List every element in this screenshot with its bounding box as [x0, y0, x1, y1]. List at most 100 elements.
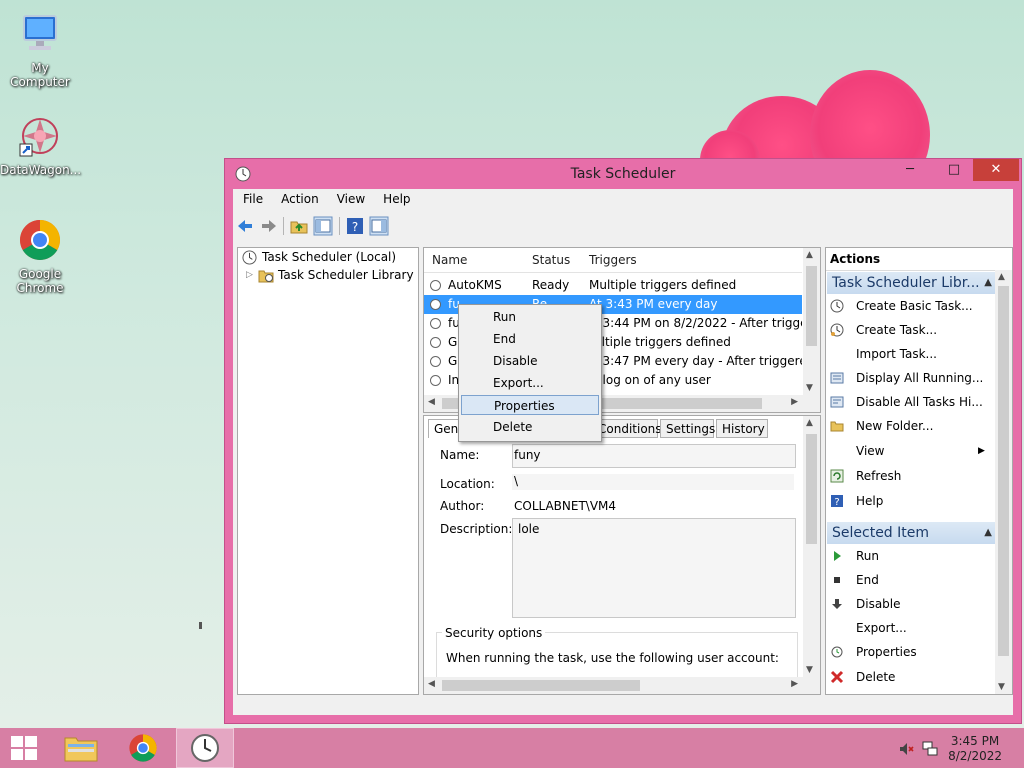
- task-clock-icon: [430, 299, 441, 310]
- start-button[interactable]: [0, 728, 48, 768]
- show-hide-tree-icon[interactable]: [313, 216, 333, 236]
- folder-up-icon[interactable]: [289, 216, 309, 236]
- clock-icon: [242, 250, 257, 265]
- collapse-arrow-icon[interactable]: ▲: [984, 522, 992, 544]
- menu-action[interactable]: Action: [271, 189, 327, 206]
- scroll-left-arrow-icon[interactable]: ◀: [428, 679, 435, 689]
- context-menu-run[interactable]: Run: [461, 307, 599, 327]
- system-clock[interactable]: 3:45 PM 8/2/2022: [948, 734, 1002, 764]
- desktop-icon-google-chrome[interactable]: Google Chrome: [0, 218, 80, 295]
- stop-icon: [834, 577, 840, 583]
- svg-text:?: ?: [834, 497, 839, 508]
- taskbar-google-chrome[interactable]: [118, 728, 168, 768]
- scroll-down-arrow-icon[interactable]: ▼: [806, 383, 813, 393]
- tab-history[interactable]: History: [716, 419, 768, 438]
- scroll-down-arrow-icon[interactable]: ▼: [998, 682, 1005, 692]
- scroll-thumb[interactable]: [442, 680, 640, 691]
- scroll-thumb[interactable]: [806, 266, 817, 346]
- task-trigger: t 3:44 PM on 8/2/2022 - After triggered: [594, 316, 802, 330]
- description-field[interactable]: [512, 518, 796, 618]
- desktop-icon-datawagon[interactable]: DataWagon...: [0, 114, 81, 177]
- desktop-icon-my-computer[interactable]: My Computer: [0, 12, 80, 89]
- task-row[interactable]: AutoKMS Ready Multiple triggers defined: [424, 276, 802, 295]
- delete-x-icon: [830, 670, 844, 684]
- column-header-name[interactable]: Name: [432, 253, 467, 267]
- action-label: Export...: [856, 621, 907, 635]
- scroll-down-arrow-icon[interactable]: ▼: [806, 665, 813, 675]
- properties-clock-icon: [831, 646, 843, 658]
- action-label: Import Task...: [856, 347, 937, 361]
- clock-time: 3:45 PM: [950, 734, 1000, 748]
- title-bar[interactable]: Task Scheduler ─ □ ✕: [225, 159, 1021, 189]
- column-header-triggers[interactable]: Triggers: [589, 253, 637, 267]
- navigation-tree: Task Scheduler (Local) ▷ Task Scheduler …: [237, 247, 419, 695]
- author-label: Author:: [440, 499, 485, 513]
- tab-settings[interactable]: Settings: [660, 419, 715, 438]
- task-clock-icon: [430, 337, 441, 348]
- taskbar: 3:45 PM 8/2/2022: [0, 728, 1024, 768]
- action-label: New Folder...: [856, 419, 934, 433]
- taskbar-task-scheduler[interactable]: [176, 728, 234, 768]
- scroll-thumb[interactable]: [998, 286, 1009, 656]
- folder-clock-icon: [258, 270, 274, 283]
- collapse-arrow-icon[interactable]: ▲: [984, 272, 992, 294]
- context-menu: Run End Disable Export... Properties Del…: [458, 304, 602, 442]
- context-menu-export[interactable]: Export...: [461, 373, 599, 393]
- column-header-status[interactable]: Status: [532, 253, 570, 267]
- scroll-right-arrow-icon[interactable]: ▶: [791, 679, 798, 689]
- task-trigger: t log on of any user: [594, 373, 711, 387]
- scroll-right-arrow-icon[interactable]: ▶: [791, 397, 798, 407]
- maximize-button[interactable]: □: [939, 159, 969, 181]
- context-menu-properties[interactable]: Properties: [461, 395, 599, 415]
- speaker-muted-icon[interactable]: [898, 741, 914, 757]
- disable-arrow-icon: [832, 599, 842, 609]
- show-action-pane-icon[interactable]: [369, 216, 389, 236]
- task-list-vertical-scrollbar[interactable]: ▲ ▼: [803, 248, 820, 395]
- refresh-icon: [830, 469, 844, 483]
- clock-date: 8/2/2022: [948, 749, 1002, 763]
- name-field[interactable]: [512, 444, 796, 468]
- scroll-up-arrow-icon[interactable]: ▲: [806, 418, 813, 428]
- datawagon-icon: [19, 118, 58, 157]
- name-value: funy: [514, 448, 541, 462]
- section-selected-item[interactable]: Selected Item ▲: [827, 522, 998, 544]
- expand-arrow-icon[interactable]: ▷: [246, 266, 253, 284]
- help-icon[interactable]: ?: [345, 216, 365, 236]
- context-menu-end[interactable]: End: [461, 329, 599, 349]
- create-task-icon: [830, 323, 844, 337]
- tree-item-label: Task Scheduler (Local): [262, 250, 397, 264]
- toolbar-separator: [283, 217, 284, 235]
- description-label: Description:: [440, 522, 513, 536]
- back-arrow-icon[interactable]: [235, 216, 255, 236]
- task-name: G: [448, 335, 458, 349]
- scroll-up-arrow-icon[interactable]: ▲: [998, 272, 1005, 282]
- name-label: Name:: [440, 448, 480, 462]
- menu-bar: File Action View Help: [233, 189, 1013, 211]
- scroll-up-arrow-icon[interactable]: ▲: [806, 250, 813, 260]
- section-title: Selected Item: [832, 525, 930, 541]
- context-menu-delete[interactable]: Delete: [461, 417, 599, 437]
- context-menu-disable[interactable]: Disable: [461, 351, 599, 371]
- description-value: lole: [518, 522, 540, 536]
- menu-view[interactable]: View: [327, 189, 373, 206]
- detail-horizontal-scrollbar[interactable]: ◀ ▶: [424, 677, 820, 694]
- location-value: \: [514, 474, 519, 488]
- forward-arrow-icon[interactable]: [259, 216, 279, 236]
- network-icon[interactable]: [921, 740, 939, 758]
- minimize-button[interactable]: ─: [895, 159, 925, 181]
- author-value: COLLABNET\VM4: [514, 499, 617, 513]
- action-view[interactable]: View ▶: [830, 441, 990, 461]
- close-button[interactable]: ✕: [973, 159, 1019, 181]
- action-label: Create Basic Task...: [856, 299, 973, 313]
- action-label: End: [856, 573, 879, 587]
- scroll-left-arrow-icon[interactable]: ◀: [428, 397, 435, 407]
- action-label: View: [856, 444, 885, 458]
- section-task-scheduler-library[interactable]: Task Scheduler Libr... ▲: [827, 272, 998, 294]
- scroll-thumb[interactable]: [806, 434, 817, 544]
- actions-vertical-scrollbar[interactable]: ▲ ▼: [995, 270, 1012, 694]
- menu-help[interactable]: Help: [373, 189, 418, 206]
- taskbar-file-explorer[interactable]: [56, 728, 106, 768]
- menu-file[interactable]: File: [233, 189, 271, 206]
- help-icon: ?: [831, 495, 843, 508]
- detail-vertical-scrollbar[interactable]: ▲ ▼: [803, 416, 820, 677]
